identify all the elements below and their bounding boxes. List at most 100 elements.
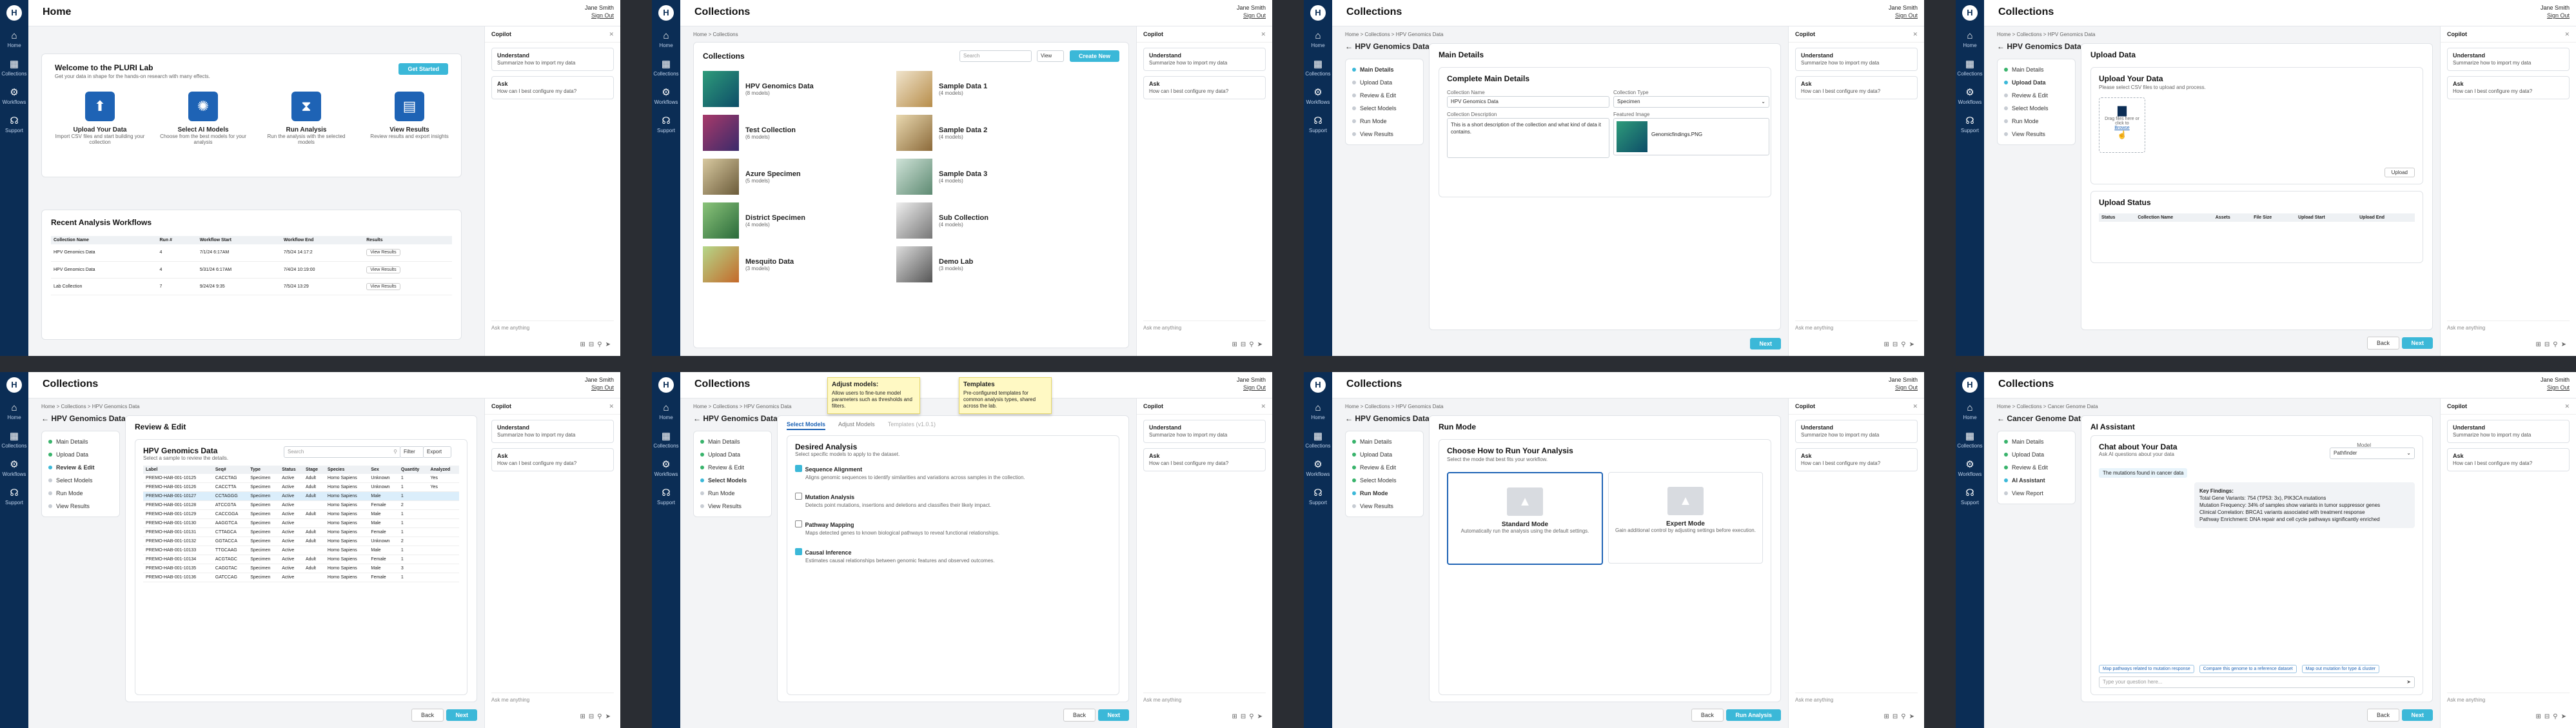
collection-item[interactable]: Demo Lab (3 models) <box>896 246 1090 282</box>
sign-out-link[interactable]: Sign Out <box>585 12 614 19</box>
tab-templates[interactable]: Templates (v1.0.1) <box>888 421 936 428</box>
step-item[interactable]: Select Models <box>694 474 771 487</box>
step-item[interactable]: Review & Edit <box>694 461 771 474</box>
input-tools-icon[interactable]: ⊞⊟⚲➤ <box>1232 341 1266 348</box>
step-item[interactable]: Run Mode <box>1998 115 2075 128</box>
nav-workflows[interactable]: ⚙ Workflows <box>1304 86 1332 115</box>
nav-workflows[interactable]: ⚙ Workflows <box>1956 86 1984 115</box>
next-button[interactable]: Next <box>1750 338 1781 349</box>
model-option[interactable]: Pathway Mapping Maps detected genes to kn… <box>795 518 1111 536</box>
view-results-button[interactable]: View Results <box>366 249 400 257</box>
collection-item[interactable]: HPV Genomics Data (8 models) <box>703 71 896 107</box>
ask-card[interactable]: Ask How can I best configure my data? <box>1795 76 1918 99</box>
table-row[interactable]: PREMO-HAB-001-10132 GGTACCA Specimen Active… <box>143 536 459 546</box>
back-button[interactable]: Back <box>1691 709 1724 722</box>
copilot-input[interactable]: Ask me anything ⊞⊟⚲➤ <box>1795 693 1918 723</box>
search-input[interactable]: Search <box>959 50 1032 62</box>
collection-item[interactable]: Mesquito Data (3 models) <box>703 246 896 282</box>
ask-card[interactable]: Ask How can I best configure my data? <box>1143 76 1266 99</box>
standard-mode-option[interactable]: ▲ Standard Mode Automatically run the an… <box>1447 472 1603 565</box>
collection-name-input[interactable]: HPV Genomics Data <box>1447 96 1609 108</box>
step-item[interactable]: Main Details <box>694 435 771 448</box>
suggestion-chip[interactable]: Map pathways related to mutation respons… <box>2099 665 2194 673</box>
nav-collections[interactable]: ▦ Collections <box>1956 430 1984 458</box>
run-analysis-button[interactable]: Run Analysis <box>1726 709 1781 721</box>
filter-button[interactable]: Filter <box>400 446 424 458</box>
collection-item[interactable]: Test Collection (6 models) <box>703 115 896 151</box>
model-select[interactable]: Pathfinder ⌄ <box>2330 448 2415 459</box>
step-item[interactable]: Run Mode <box>42 487 119 500</box>
checkbox[interactable] <box>795 520 802 528</box>
sign-out-link[interactable]: Sign Out <box>1237 384 1266 391</box>
view-select[interactable]: View <box>1037 50 1064 62</box>
sign-out-link[interactable]: Sign Out <box>2541 384 2570 391</box>
sign-out-link[interactable]: Sign Out <box>1889 12 1918 19</box>
step-item[interactable]: View Results <box>1346 128 1423 141</box>
understand-card[interactable]: Understand Summarize how to import my dat… <box>491 48 614 71</box>
nav-collections[interactable]: ▦ Collections <box>1304 430 1332 458</box>
copilot-input[interactable]: Ask me anything ⊞⊟⚲➤ <box>1795 320 1918 351</box>
nav-support[interactable]: ☊ Support <box>0 115 28 143</box>
input-tools-icon[interactable]: ⊞⊟⚲➤ <box>2536 341 2570 348</box>
step-item[interactable]: Select Models <box>1346 474 1423 487</box>
step-item[interactable]: Review & Edit <box>1346 89 1423 102</box>
ask-card[interactable]: Ask How can I best configure my data? <box>2447 448 2570 471</box>
understand-card[interactable]: Understand Summarize how to import my dat… <box>1795 420 1918 443</box>
table-row[interactable]: PREMO-HAB-001-10128 ATCCGTA Specimen Active… <box>143 500 459 510</box>
copilot-input[interactable]: Ask me anything ⊞⊟⚲➤ <box>2447 693 2570 723</box>
chat-input[interactable]: Type your question here... ➤ <box>2099 676 2415 688</box>
checkbox[interactable] <box>795 548 802 556</box>
step-item[interactable]: View Report <box>1998 487 2075 500</box>
close-icon[interactable]: ✕ <box>609 26 614 42</box>
step-item[interactable]: Review & Edit <box>1998 461 2075 474</box>
nav-collections[interactable]: ▦ Collections <box>652 430 680 458</box>
understand-card[interactable]: Understand Summarize how to import my dat… <box>491 420 614 443</box>
create-new-button[interactable]: Create New <box>1069 50 1119 62</box>
ask-card[interactable]: Ask How can I best configure my data? <box>2447 76 2570 99</box>
nav-workflows[interactable]: ⚙ Workflows <box>652 86 680 115</box>
copilot-input[interactable]: Ask me anything ⊞⊟⚲➤ <box>2447 320 2570 351</box>
tab-select-models[interactable]: Select Models <box>787 421 826 430</box>
nav-support[interactable]: ☊ Support <box>1956 115 1984 143</box>
get-started-button[interactable]: Get Started <box>398 63 448 75</box>
ask-card[interactable]: Ask How can I best configure my data? <box>491 76 614 99</box>
nav-workflows[interactable]: ⚙ Workflows <box>1956 458 1984 487</box>
search-input[interactable]: Search ⚲ <box>284 446 401 458</box>
nav-workflows[interactable]: ⚙ Workflows <box>652 458 680 487</box>
collection-type-select[interactable]: Specimen ⌄ <box>1613 96 1769 108</box>
nav-home[interactable]: ⌂ Home <box>0 30 28 58</box>
nav-collections[interactable]: ▦ Collections <box>1304 58 1332 86</box>
back-link[interactable]: ← Cancer Genome Data <box>1997 414 2085 423</box>
nav-home[interactable]: ⌂ Home <box>1956 402 1984 430</box>
next-button[interactable]: Next <box>2402 709 2433 721</box>
step-item[interactable]: Select Models <box>1998 102 2075 115</box>
back-link[interactable]: ← HPV Genomics Data <box>1997 42 2081 51</box>
step-item[interactable]: Upload Data <box>1346 76 1423 89</box>
nav-home[interactable]: ⌂ Home <box>652 402 680 430</box>
model-option[interactable]: Mutation Analysis Detects point mutations… <box>795 491 1111 508</box>
back-link[interactable]: ← HPV Genomics Data <box>693 414 778 423</box>
understand-card[interactable]: Understand Summarize how to import my dat… <box>1795 48 1918 71</box>
step-item[interactable]: AI Assistant <box>1998 474 2075 487</box>
step-item[interactable]: Main Details <box>1998 63 2075 76</box>
step-item[interactable]: View Results <box>694 500 771 513</box>
step-item[interactable]: Run Mode <box>1346 487 1423 500</box>
table-row[interactable]: PREMO-HAB-001-10127 CCTAGGG Specimen Active… <box>143 491 459 501</box>
close-icon[interactable]: ✕ <box>1912 398 1918 414</box>
ask-card[interactable]: Ask How can I best configure my data? <box>1143 448 1266 471</box>
nav-home[interactable]: ⌂ Home <box>1956 30 1984 58</box>
step-item[interactable]: Main Details <box>42 435 119 448</box>
nav-support[interactable]: ☊ Support <box>0 487 28 515</box>
copilot-input[interactable]: Ask me anything ⊞⊟⚲➤ <box>1143 693 1266 723</box>
step-item[interactable]: Review & Edit <box>1346 461 1423 474</box>
nav-home[interactable]: ⌂ Home <box>652 30 680 58</box>
step-item[interactable]: Select Models <box>42 474 119 487</box>
checkbox[interactable] <box>795 493 802 500</box>
nav-support[interactable]: ☊ Support <box>652 115 680 143</box>
input-tools-icon[interactable]: ⊞⊟⚲➤ <box>1884 341 1918 348</box>
step-item[interactable]: Upload Data <box>1346 448 1423 461</box>
step-item[interactable]: Upload Data <box>1998 448 2075 461</box>
export-button[interactable]: Export <box>423 446 451 458</box>
nav-support[interactable]: ☊ Support <box>1304 115 1332 143</box>
close-icon[interactable]: ✕ <box>2564 26 2570 42</box>
